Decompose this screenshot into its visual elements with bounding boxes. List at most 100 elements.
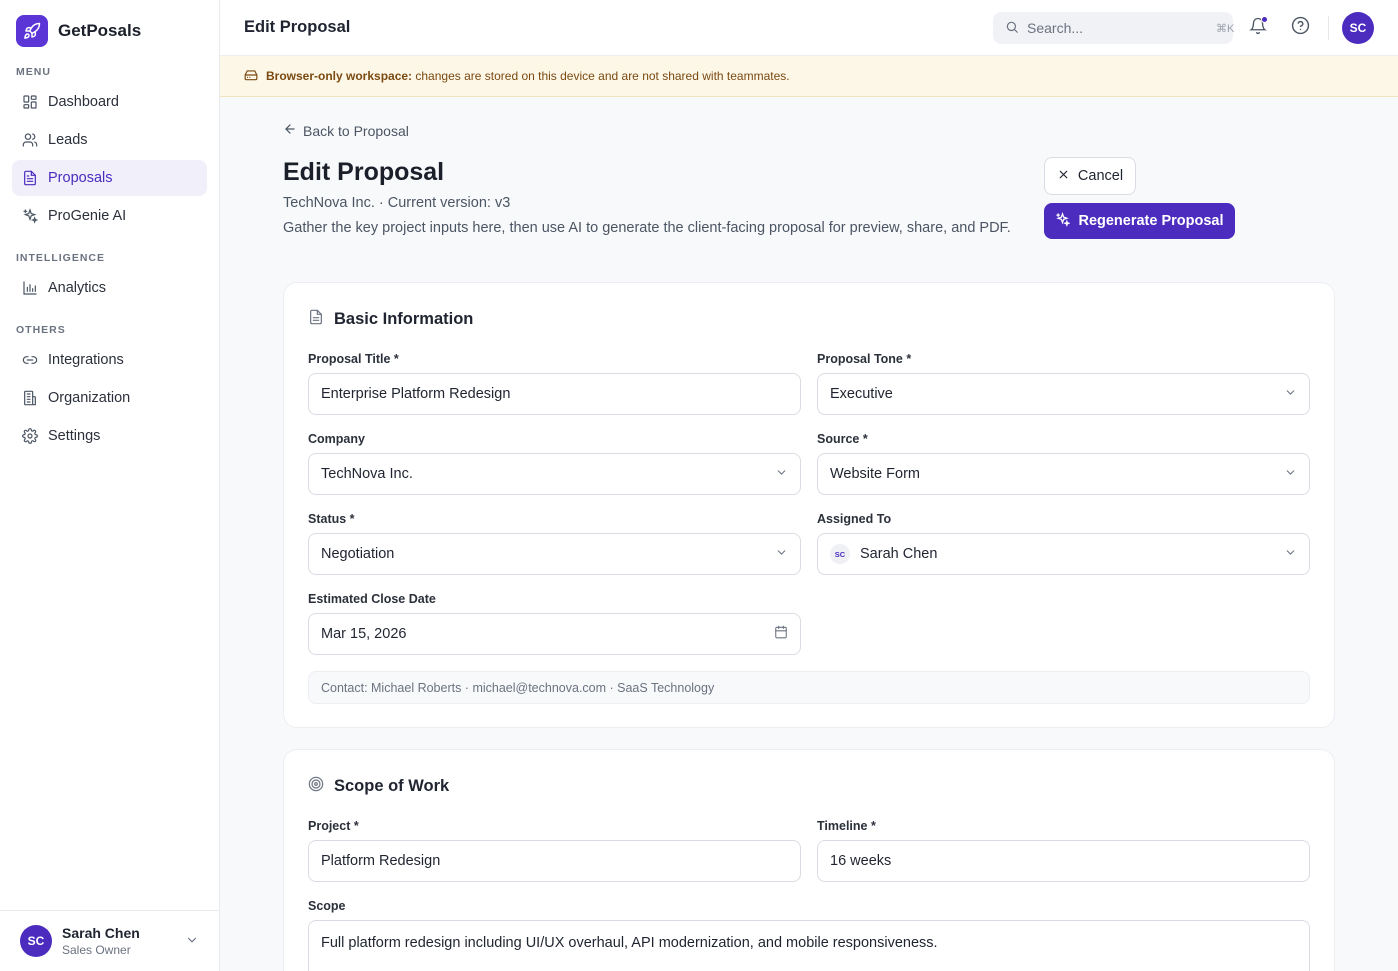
user-info: Sarah Chen Sales Owner: [62, 925, 175, 957]
close-date-label: Estimated Close Date: [308, 592, 436, 606]
chevron-down-icon: [185, 933, 199, 950]
sidebar-item-leads[interactable]: Leads: [12, 122, 207, 158]
timeline-label: Timeline *: [817, 819, 876, 833]
field-value: Sarah Chen: [860, 546, 938, 562]
company-label: Company: [308, 432, 365, 446]
proposal-tone-select[interactable]: Executive: [817, 373, 1310, 415]
status-select[interactable]: Negotiation: [308, 533, 801, 575]
scope-of-work-card: Scope of Work Project * Platform Redesig…: [283, 749, 1335, 971]
source-label: Source *: [817, 432, 868, 446]
assignee-avatar: SC: [830, 544, 850, 564]
user-menu[interactable]: SC Sarah Chen Sales Owner: [0, 910, 219, 971]
source-select[interactable]: Website Form: [817, 453, 1310, 495]
banner-text: Browser-only workspace: changes are stor…: [266, 69, 790, 83]
section-label-others: OTHERS: [16, 324, 66, 336]
topbar: Edit Proposal ⌘K SC: [220, 0, 1398, 56]
brand[interactable]: GetPosals: [16, 15, 141, 47]
chevron-down-icon: [1284, 546, 1297, 563]
close-date-input[interactable]: Mar 15, 2026: [308, 613, 801, 655]
assignee: SC Sarah Chen: [830, 544, 937, 564]
cancel-label: Cancel: [1077, 168, 1124, 184]
sidebar-item-label: Settings: [48, 428, 101, 444]
rocket-icon: [16, 15, 48, 47]
document-icon: [22, 170, 38, 186]
sidebar-item-label: Proposals: [48, 170, 113, 186]
sidebar-item-label: Leads: [48, 132, 88, 148]
sidebar-item-label: Organization: [48, 390, 131, 406]
basic-information-card: Basic Information Proposal Title * Enter…: [283, 282, 1335, 728]
sparkle-icon: [1055, 211, 1072, 231]
dashboard-icon: [22, 94, 38, 110]
gear-icon: [22, 428, 38, 444]
chevron-down-icon: [775, 466, 788, 483]
close-icon: [1057, 168, 1070, 185]
bar-chart-icon: [22, 280, 38, 296]
company-select[interactable]: TechNova Inc.: [308, 453, 801, 495]
timeline-input[interactable]: 16 weeks: [817, 840, 1310, 882]
project-input[interactable]: Platform Redesign: [308, 840, 801, 882]
help-icon: [1291, 16, 1310, 38]
avatar: SC: [20, 925, 52, 957]
profile-avatar[interactable]: SC: [1342, 12, 1374, 44]
sidebar-item-label: Integrations: [48, 352, 124, 368]
search-icon: [1005, 20, 1019, 37]
banner-message: changes are stored on this device and ar…: [412, 69, 790, 83]
document-icon: [308, 309, 324, 330]
field-value: Enterprise Platform Redesign: [321, 386, 511, 402]
chevron-down-icon: [775, 546, 788, 563]
proposal-title-input[interactable]: Enterprise Platform Redesign: [308, 373, 801, 415]
proposal-tone-label: Proposal Tone *: [817, 352, 912, 366]
card-heading: Basic Information: [308, 309, 473, 330]
sidebar-item-dashboard[interactable]: Dashboard: [12, 84, 207, 120]
search-box[interactable]: ⌘K: [993, 12, 1235, 44]
regenerate-proposal-button[interactable]: Regenerate Proposal: [1044, 203, 1235, 239]
notification-dot: [1261, 16, 1268, 23]
search-input[interactable]: [1027, 20, 1208, 36]
search-shortcut: ⌘K: [1216, 22, 1235, 35]
sidebar-item-label: Dashboard: [48, 94, 119, 110]
user-name: Sarah Chen: [62, 925, 140, 941]
cancel-button[interactable]: Cancel: [1044, 157, 1136, 195]
page-title: Edit Proposal: [283, 158, 445, 186]
field-value: Mar 15, 2026: [321, 626, 407, 642]
user-role: Sales Owner: [62, 943, 131, 957]
divider: [1328, 16, 1329, 40]
field-value: Negotiation: [321, 546, 395, 562]
sidebar-item-integrations[interactable]: Integrations: [12, 342, 207, 378]
sidebar-item-progenie-ai[interactable]: ProGenie AI: [12, 198, 207, 234]
page-description: Gather the key project inputs here, then…: [283, 220, 1011, 236]
back-to-proposal-link[interactable]: Back to Proposal: [283, 122, 409, 139]
storage-icon: [244, 68, 258, 85]
assigned-to-select[interactable]: SC Sarah Chen: [817, 533, 1310, 575]
sidebar: GetPosals MENU Dashboard Leads Proposals…: [0, 0, 220, 971]
arrow-left-icon: [283, 122, 297, 139]
field-value: 16 weeks: [830, 853, 892, 869]
card-title: Scope of Work: [334, 777, 450, 795]
help-button[interactable]: [1289, 16, 1311, 38]
target-icon: [308, 776, 324, 797]
card-heading: Scope of Work: [308, 776, 449, 797]
brand-name: GetPosals: [58, 21, 142, 40]
page-subtitle: TechNova Inc. · Current version: v3: [283, 195, 511, 211]
back-link-label: Back to Proposal: [303, 122, 409, 139]
assigned-to-label: Assigned To: [817, 512, 892, 526]
banner-bold: Browser-only workspace:: [266, 69, 413, 83]
sidebar-item-proposals[interactable]: Proposals: [12, 160, 207, 196]
sidebar-item-organization[interactable]: Organization: [12, 380, 207, 416]
notifications-button[interactable]: [1247, 16, 1269, 38]
field-value: Executive: [830, 386, 893, 402]
sidebar-item-settings[interactable]: Settings: [12, 418, 207, 454]
field-value: Website Form: [830, 466, 920, 482]
calendar-icon[interactable]: [774, 625, 788, 643]
field-value: TechNova Inc.: [321, 466, 413, 482]
sidebar-item-analytics[interactable]: Analytics: [12, 270, 207, 306]
status-label: Status *: [308, 512, 355, 526]
section-label-menu: MENU: [16, 66, 51, 78]
sidebar-item-label: ProGenie AI: [48, 208, 127, 224]
link-icon: [22, 352, 38, 368]
workspace-banner: Browser-only workspace: changes are stor…: [220, 56, 1398, 97]
project-label: Project *: [308, 819, 359, 833]
chevron-down-icon: [1284, 386, 1297, 403]
building-icon: [22, 390, 38, 406]
scope-textarea[interactable]: Full platform redesign including UI/UX o…: [308, 920, 1310, 971]
